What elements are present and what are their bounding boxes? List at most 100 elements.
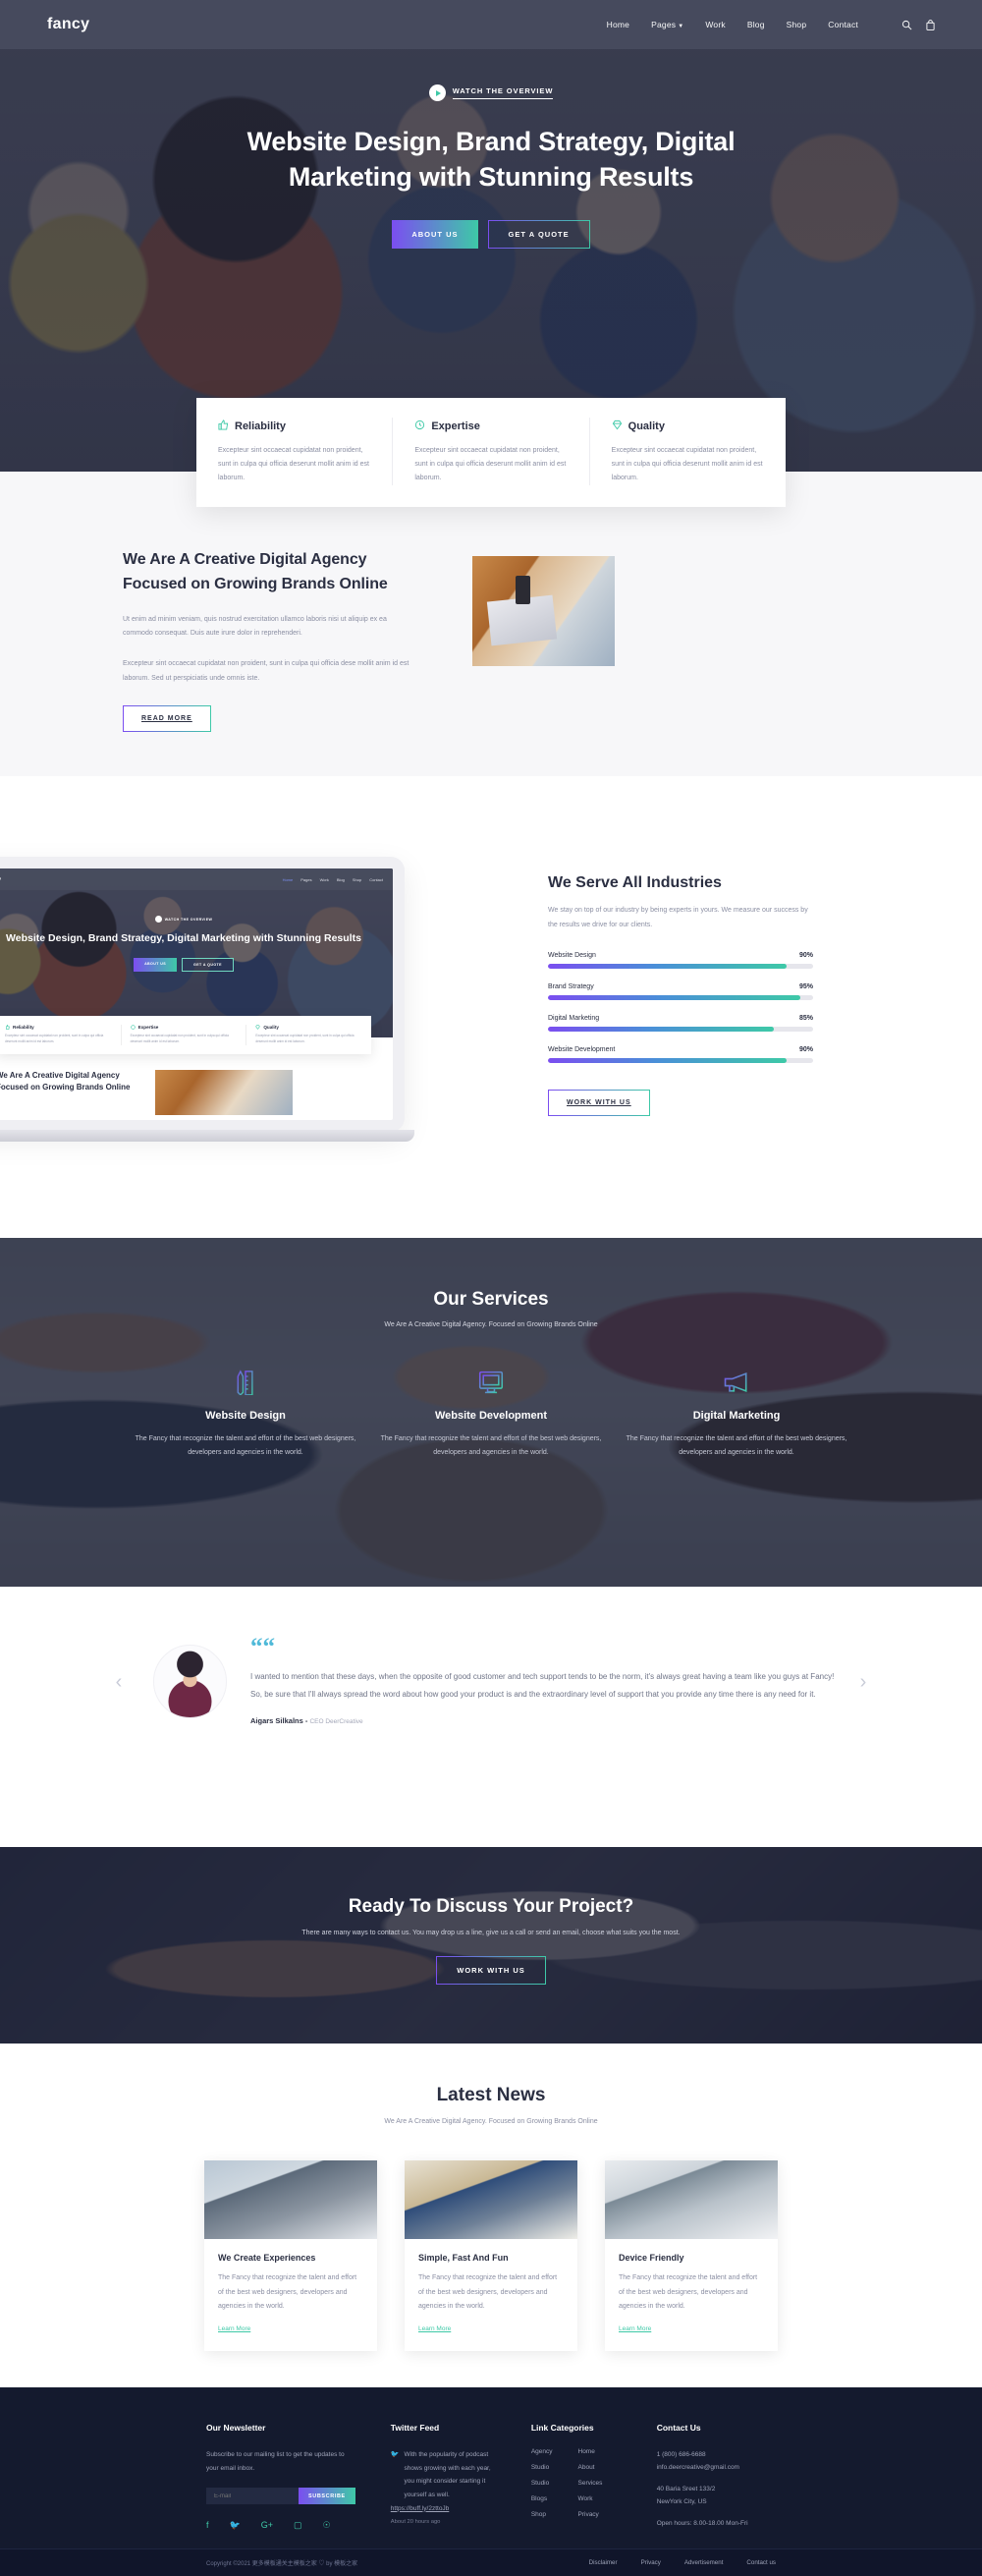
testimonial-prev-button[interactable]: ‹ <box>108 1672 130 1692</box>
tweet-timestamp: About 20 hours ago <box>390 2519 441 2526</box>
learn-more-link[interactable]: Learn More <box>218 2325 250 2332</box>
pencil-ruler-icon <box>128 1368 363 1397</box>
services-section: Our Services We Are A Creative Digital A… <box>0 1238 982 1587</box>
about-us-button[interactable]: ABOUT US <box>392 220 478 250</box>
contact-phone[interactable]: 1 (800) 686-6688 <box>657 2448 776 2461</box>
testimonial-author-role: CEO DeerCreative <box>309 1718 363 1725</box>
chevron-down-icon: ▼ <box>678 24 684 29</box>
preview-card-text: Excepteur sint occaecat cupidatat non pr… <box>5 1034 104 1043</box>
cta-subtitle: There are many ways to contact us. You m… <box>301 1930 681 1936</box>
google-plus-icon[interactable]: G+ <box>261 2521 273 2530</box>
search-icon[interactable] <box>901 20 912 30</box>
cta-section: Ready To Discuss Your Project? There are… <box>0 1847 982 2044</box>
nav-item-work[interactable]: Work <box>705 20 725 29</box>
feature-title: Expertise <box>431 420 480 432</box>
preview-about-title: We Are A Creative Digital Agency Focused… <box>0 1070 131 1092</box>
about-text-block: We Are A Creative Digital Agency Focused… <box>123 548 417 733</box>
news-card[interactable]: Simple, Fast And Fun The Fancy that reco… <box>405 2160 577 2352</box>
news-thumbnail <box>204 2160 377 2239</box>
preview-title: Website Design, Brand Strategy, Digital … <box>6 932 361 944</box>
tweet-link[interactable]: https://buff.ly/2zttoJb <box>391 2502 496 2516</box>
contact-address-line1: 40 Baria Sreet 133/2 <box>656 2486 716 2492</box>
news-card-text: The Fancy that recognize the talent and … <box>418 2274 558 2311</box>
nav-item-pages[interactable]: Pages ▼ <box>651 20 683 29</box>
footer-link[interactable]: Studio <box>531 2464 553 2471</box>
preview-card-title: Reliability <box>13 1025 34 1030</box>
news-card-title: Simple, Fast And Fun <box>418 2253 509 2263</box>
site-footer: Our Newsletter Subscribe to our mailing … <box>0 2387 982 2576</box>
play-icon <box>428 84 446 101</box>
footer-link[interactable]: About <box>578 2464 603 2471</box>
facebook-icon[interactable]: f <box>206 2521 209 2530</box>
testimonial-author: Aigars Silkalns - CEO DeerCreative <box>250 1716 846 1725</box>
footer-link[interactable]: Agency <box>531 2448 553 2455</box>
preview-about-button: ABOUT US <box>134 957 178 972</box>
subscribe-button[interactable]: SUBSCRIBE <box>299 2488 355 2505</box>
footer-link[interactable]: Blogs <box>531 2495 553 2502</box>
footer-heading: Link Categories <box>530 2423 594 2433</box>
service-card-digital-marketing[interactable]: Digital Marketing The Fancy that recogni… <box>619 1368 854 1460</box>
testimonial-next-button[interactable]: › <box>852 1672 874 1692</box>
service-card-website-development[interactable]: Website Development The Fancy that recog… <box>373 1368 609 1460</box>
news-card-text: The Fancy that recognize the talent and … <box>619 2274 758 2311</box>
bottom-link-disclaimer[interactable]: Disclaimer <box>589 2559 618 2566</box>
laptop-screen: fancy Home Pages Work Blog Shop Contact <box>0 868 393 1120</box>
news-card-title: We Create Experiences <box>218 2253 316 2263</box>
watch-overview-button[interactable]: WATCH THE OVERVIEW <box>428 84 554 101</box>
get-a-quote-button[interactable]: GET A QUOTE <box>487 220 590 250</box>
footer-link[interactable]: Shop <box>531 2511 553 2518</box>
watch-overview-label: WATCH THE OVERVIEW <box>452 86 554 99</box>
skill-bar-brand-strategy: Brand Strategy 95% <box>548 983 813 1001</box>
site-logo[interactable]: fancy <box>47 16 89 33</box>
pinterest-icon[interactable]: ☉ <box>323 2521 331 2530</box>
nav-label: Blog <box>746 20 765 29</box>
footer-link[interactable]: Studio <box>531 2480 553 2487</box>
newsletter-email-input[interactable] <box>206 2488 299 2505</box>
quote-icon: ““ <box>250 1634 275 1660</box>
news-card-text: The Fancy that recognize the talent and … <box>218 2274 357 2311</box>
nav-item-contact[interactable]: Contact <box>828 20 858 29</box>
skill-bar-digital-marketing: Digital Marketing 85% <box>548 1015 813 1033</box>
footer-link[interactable]: Home <box>578 2448 603 2455</box>
nav-label: Home <box>606 20 630 29</box>
cart-icon[interactable] <box>926 19 935 30</box>
news-card[interactable]: Device Friendly The Fancy that recognize… <box>605 2160 778 2352</box>
skill-label: Website Development <box>548 1046 616 1054</box>
services-title: Our Services <box>433 1289 549 1310</box>
feature-text: Excepteur sint occaecat cupidatat non pr… <box>414 447 567 481</box>
nav-item-shop[interactable]: Shop <box>787 20 807 29</box>
hero-buttons: ABOUT US GET A QUOTE <box>392 220 590 250</box>
social-links: f 🐦 G+ ▢ ☉ <box>206 2521 355 2530</box>
tweet-text: With the popularity of podcast shows gro… <box>404 2451 491 2498</box>
about-paragraph-1: Ut enim ad minim veniam, quis nostrud ex… <box>123 615 387 638</box>
footer-link[interactable]: Services <box>578 2480 603 2487</box>
cta-work-with-us-button[interactable]: WORK WITH US <box>436 1956 546 1985</box>
footer-link[interactable]: Work <box>578 2495 603 2502</box>
contact-address-line2: NewYork City, US <box>656 2498 707 2505</box>
feature-card-reliability: Reliability Excepteur sint occaecat cupi… <box>196 418 392 485</box>
nav-item-blog[interactable]: Blog <box>747 20 765 29</box>
footer-link-categories: Link Categories Agency Studio Studio Blo… <box>531 2423 629 2530</box>
feature-card-expertise: Expertise Excepteur sint occaecat cupida… <box>392 418 588 485</box>
twitter-icon[interactable]: 🐦 <box>230 2521 241 2530</box>
work-with-us-button[interactable]: WORK WITH US <box>548 1090 650 1117</box>
bottom-link-contact-us[interactable]: Contact us <box>746 2559 776 2566</box>
footer-bottom-links: Disclaimer Privacy Advertisement Contact… <box>589 2559 776 2566</box>
news-thumbnail <box>605 2160 778 2239</box>
bottom-link-advertisement[interactable]: Advertisement <box>684 2559 724 2566</box>
footer-heading: Our Newsletter <box>206 2423 266 2433</box>
service-card-website-design[interactable]: Website Design The Fancy that recognize … <box>128 1368 363 1460</box>
news-card[interactable]: We Create Experiences The Fancy that rec… <box>204 2160 377 2352</box>
service-name: Digital Marketing <box>692 1410 781 1422</box>
contact-email[interactable]: info.deercreative@gmail.com <box>657 2461 776 2474</box>
feature-text: Excepteur sint occaecat cupidatat non pr… <box>611 447 763 481</box>
instagram-icon[interactable]: ▢ <box>294 2521 302 2530</box>
read-more-button[interactable]: READ MORE <box>123 705 211 733</box>
hero-content: WATCH THE OVERVIEW Website Design, Brand… <box>0 84 982 250</box>
footer-link[interactable]: Privacy <box>578 2511 603 2518</box>
bottom-link-privacy[interactable]: Privacy <box>641 2559 661 2566</box>
clock-icon <box>414 418 425 435</box>
nav-item-home[interactable]: Home <box>607 20 629 29</box>
learn-more-link[interactable]: Learn More <box>619 2325 651 2332</box>
learn-more-link[interactable]: Learn More <box>418 2325 451 2332</box>
